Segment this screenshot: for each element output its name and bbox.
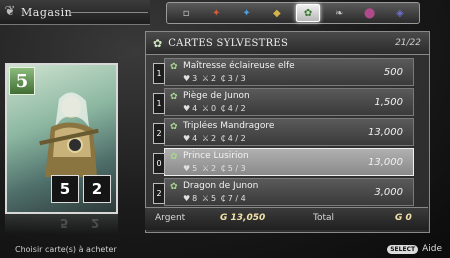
sword-icon: ⚔: [201, 164, 209, 173]
category-title: CARTES SYLVESTRES: [168, 37, 289, 49]
sword-icon: ⚔: [201, 134, 209, 143]
argent-value: G 13,050: [220, 213, 266, 223]
tab-light[interactable]: ◈: [389, 5, 411, 21]
owned-quantity: 2: [153, 183, 165, 204]
reflection-attack: 5: [60, 216, 69, 230]
card-price: 13,000: [368, 157, 403, 168]
total-value: G 0: [395, 213, 412, 223]
card-stats: ♥ 3 ⚔ 2 ₵ 3 / 3: [183, 74, 246, 83]
forest-icon: ✿: [153, 36, 163, 50]
list-item[interactable]: 1 ✿ Maîtresse éclaireuse elfe ♥ 3 ⚔ 2 ₵ 3 /…: [153, 58, 414, 86]
tab-water[interactable]: ✦: [236, 5, 258, 21]
heart-icon: ♥: [183, 164, 191, 173]
sword-icon: ⚔: [201, 74, 209, 83]
heart-icon: ♥: [183, 194, 191, 203]
wind-icon: ❧: [335, 7, 344, 19]
sword-icon: ⚔: [201, 194, 209, 203]
list-item[interactable]: 2 ✿ Dragon de Junon ♥ 8 ⚔ 5 ₵ 7 / 4 3,000: [153, 178, 414, 206]
shadow-icon: ⬤: [364, 7, 376, 19]
instruction-text: Choisir carte(s) à acheter: [15, 245, 117, 254]
owned-quantity: 2: [153, 123, 165, 144]
forest-icon: ✿: [170, 152, 178, 162]
screen-title: Magasin: [21, 5, 73, 19]
card-price: 500: [383, 67, 403, 78]
list-item[interactable]: 2 ✿ Triplées Mandragore ♥ 4 ⚔ 2 ₵ 4 / 2 13,…: [153, 118, 414, 146]
cost-icon: ₵: [220, 134, 226, 143]
card-name: Triplées Mandragore: [183, 121, 275, 131]
owned-quantity: 1: [153, 93, 165, 114]
cost-icon: ₵: [220, 104, 226, 113]
card-illustration: [39, 92, 99, 177]
ornament-icon: ❦: [4, 4, 16, 19]
card-price: 3,000: [374, 187, 403, 198]
owned-quantity: 1: [153, 63, 165, 84]
tab-fire[interactable]: ✦: [205, 5, 227, 21]
help-prompt[interactable]: SELECT Aide: [387, 244, 442, 254]
cost-icon: ₵: [220, 74, 226, 83]
panel-header: ✿ CARTES SYLVESTRES 21/22: [146, 32, 429, 55]
card-name: Prince Lusirion: [183, 151, 249, 161]
argent-label: Argent: [155, 213, 186, 223]
select-button-icon: SELECT: [387, 244, 419, 254]
card-price: 13,000: [368, 127, 403, 138]
card-name: Piège de Junon: [183, 91, 250, 101]
money-footer: Argent G 13,050 Total G 0: [145, 207, 428, 230]
forest-icon: ✿: [170, 182, 178, 192]
card-stats: ♥ 5 ⚔ 2 ₵ 5 / 3: [183, 164, 246, 173]
water-icon: ✦: [242, 7, 251, 19]
card-reflection: 5 2: [5, 214, 118, 234]
tab-earth[interactable]: ◆: [266, 5, 288, 21]
screen-title-bar: ❦ Magasin: [0, 0, 150, 25]
forest-icon: ✿: [170, 92, 178, 102]
total-label: Total: [313, 213, 335, 223]
owned-quantity: 0: [153, 153, 165, 174]
card-stats: ♥ 8 ⚔ 5 ₵ 7 / 4: [183, 194, 246, 203]
forest-icon: ✿: [170, 62, 178, 72]
heart-icon: ♥: [183, 134, 191, 143]
tab-neutral[interactable]: ▫: [175, 5, 197, 21]
card-count: 21/22: [395, 38, 421, 48]
light-icon: ◈: [396, 7, 404, 19]
card-defense: 2: [83, 175, 111, 203]
cost-icon: ₵: [220, 164, 226, 173]
neutral-icon: ▫: [182, 7, 190, 19]
card-preview: 5 5 2: [5, 63, 118, 214]
card-list-panel: ✿ CARTES SYLVESTRES 21/22 1 ✿ Maîtresse …: [145, 31, 430, 233]
tab-forest[interactable]: ✿: [296, 4, 321, 22]
tab-wind[interactable]: ❧: [328, 5, 350, 21]
card-price: 1,500: [374, 97, 403, 108]
card-stats: ♥ 4 ⚔ 2 ₵ 4 / 2: [183, 134, 246, 143]
forest-icon: ✿: [170, 122, 178, 132]
list-item-selected[interactable]: 0 ✿ Prince Lusirion ♥ 5 ⚔ 2 ₵ 5 / 3 13,000: [153, 148, 414, 176]
fire-icon: ✦: [212, 7, 221, 19]
reflection-defense: 2: [91, 216, 100, 230]
card-stats: ♥ 4 ⚔ 0 ₵ 4 / 2: [183, 104, 246, 113]
category-tabs: ▫ ✦ ✦ ◆ ✿ ❧ ⬤ ◈: [166, 2, 420, 24]
help-label: Aide: [422, 244, 442, 254]
forest-icon: ✿: [303, 7, 313, 19]
list-item[interactable]: 1 ✿ Piège de Junon ♥ 4 ⚔ 0 ₵ 4 / 2 1,500: [153, 88, 414, 116]
card-attack: 5: [51, 175, 79, 203]
heart-icon: ♥: [183, 104, 191, 113]
title-divider: [70, 12, 148, 13]
tab-shadow[interactable]: ⬤: [359, 5, 381, 21]
cost-icon: ₵: [220, 194, 226, 203]
earth-icon: ◆: [273, 7, 281, 19]
sword-icon: ⚔: [201, 104, 209, 113]
card-name: Dragon de Junon: [183, 181, 259, 191]
card-name: Maîtresse éclaireuse elfe: [183, 61, 295, 71]
heart-icon: ♥: [183, 74, 191, 83]
